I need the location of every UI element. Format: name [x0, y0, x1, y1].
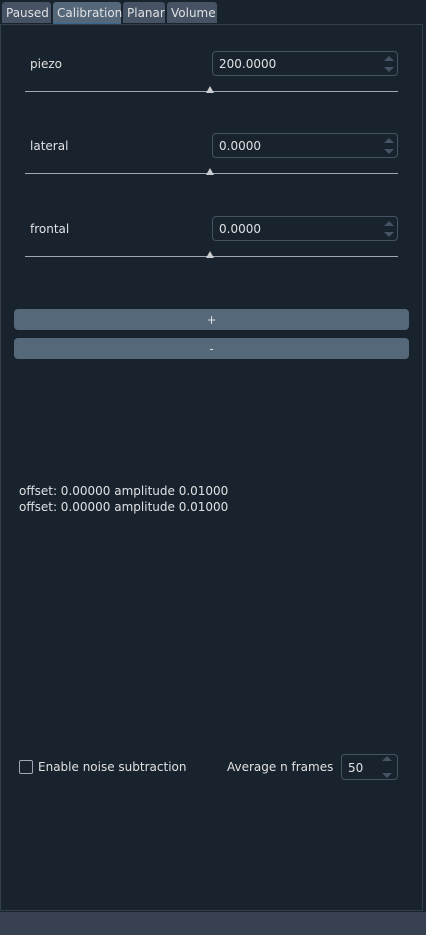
calibration-info-line: offset: 0.00000 amplitude 0.01000: [19, 484, 229, 498]
average-frames-label: Average n frames: [227, 760, 334, 774]
lateral-spinbox[interactable]: 0.0000: [212, 133, 398, 158]
piezo-slider-handle[interactable]: [206, 86, 214, 93]
frontal-label: frontal: [30, 222, 70, 236]
frontal-slider[interactable]: [25, 251, 398, 266]
piezo-slider[interactable]: [25, 86, 398, 101]
average-frames-spinbox[interactable]: 50: [341, 754, 398, 780]
calibration-info-line: offset: 0.00000 amplitude 0.01000: [19, 500, 229, 514]
frontal-spinbox[interactable]: 0.0000: [212, 216, 398, 241]
average-frames-value[interactable]: 50: [348, 761, 363, 775]
piezo-value[interactable]: 200.0000: [219, 57, 276, 71]
noise-subtraction-label[interactable]: Enable noise subtraction: [38, 760, 186, 774]
tab-bar: Paused Calibration Planar Volume: [2, 2, 219, 25]
lateral-value[interactable]: 0.0000: [219, 139, 261, 153]
tab-volume[interactable]: Volume: [167, 2, 217, 23]
piezo-decrement-icon[interactable]: [382, 64, 396, 74]
frontal-increment-icon[interactable]: [382, 218, 396, 228]
piezo-increment-icon[interactable]: [382, 53, 396, 63]
lateral-slider[interactable]: [25, 168, 398, 183]
status-bar: [0, 912, 426, 935]
remove-button[interactable]: -: [14, 338, 409, 359]
frontal-slider-handle[interactable]: [206, 251, 214, 258]
tab-paused[interactable]: Paused: [2, 2, 51, 23]
piezo-label: piezo: [30, 57, 62, 71]
average-frames-decrement-icon[interactable]: [382, 773, 396, 778]
lateral-decrement-icon[interactable]: [382, 146, 396, 156]
tab-calibration[interactable]: Calibration: [53, 2, 122, 25]
average-frames-increment-icon[interactable]: [382, 756, 396, 761]
frontal-decrement-icon[interactable]: [382, 229, 396, 239]
lateral-label: lateral: [30, 139, 69, 153]
tab-planar[interactable]: Planar: [123, 2, 165, 23]
add-button[interactable]: +: [14, 309, 409, 330]
lateral-increment-icon[interactable]: [382, 135, 396, 145]
noise-subtraction-checkbox[interactable]: [19, 760, 33, 774]
lateral-slider-handle[interactable]: [206, 168, 214, 175]
piezo-spinbox[interactable]: 200.0000: [212, 51, 398, 76]
frontal-value[interactable]: 0.0000: [219, 222, 261, 236]
